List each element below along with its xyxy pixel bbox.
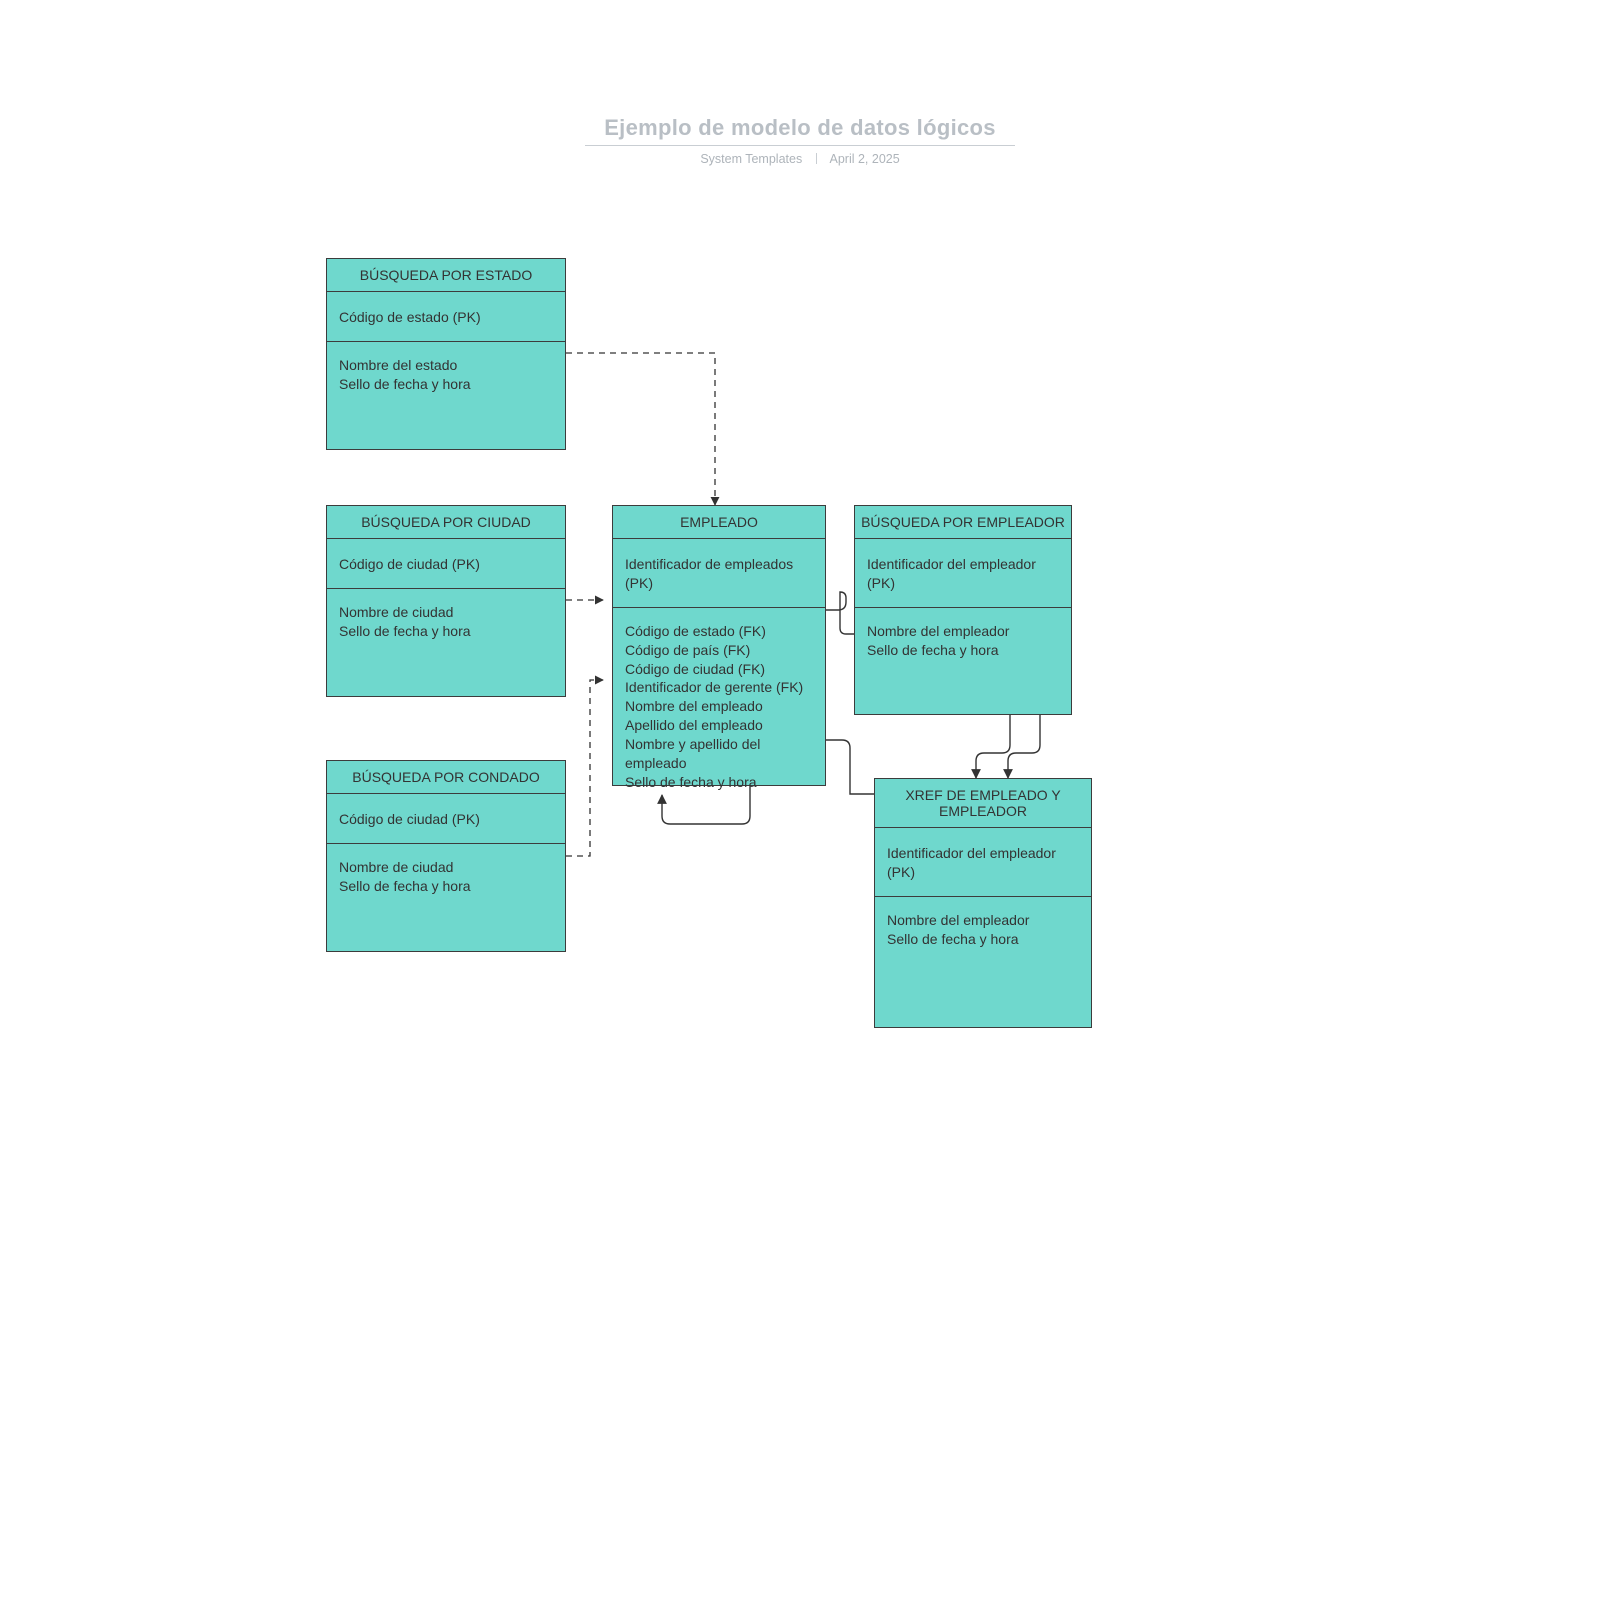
entity-ciudad[interactable]: BÚSQUEDA POR CIUDAD Código de ciudad (PK… bbox=[326, 505, 566, 697]
entity-title: BÚSQUEDA POR ESTADO bbox=[327, 259, 565, 292]
link-condado-empleado bbox=[566, 680, 603, 856]
entity-pk: Código de ciudad (PK) bbox=[327, 794, 565, 844]
entity-title: BÚSQUEDA POR EMPLEADOR bbox=[855, 506, 1071, 539]
link-estado-empleado bbox=[566, 353, 715, 505]
entity-attrs: Nombre de ciudadSello de fecha y hora bbox=[327, 589, 565, 657]
entity-title: XREF DE EMPLEADO Y EMPLEADOR bbox=[875, 779, 1091, 828]
date-label: April 2, 2025 bbox=[830, 152, 900, 166]
link-empleado-xref bbox=[826, 740, 874, 794]
entity-condado[interactable]: BÚSQUEDA POR CONDADO Código de ciudad (P… bbox=[326, 760, 566, 952]
title-underline bbox=[585, 145, 1015, 146]
author-label: System Templates bbox=[700, 152, 802, 166]
entity-attrs: Nombre de ciudadSello de fecha y hora bbox=[327, 844, 565, 912]
entity-attrs: Nombre del empleadorSello de fecha y hor… bbox=[855, 608, 1071, 676]
entity-attrs: Nombre del estadoSello de fecha y hora bbox=[327, 342, 565, 410]
entity-title: BÚSQUEDA POR CONDADO bbox=[327, 761, 565, 794]
entity-pk: Identificador de empleados (PK) bbox=[613, 539, 825, 608]
entity-attrs: Código de estado (FK)Código de país (FK)… bbox=[613, 608, 825, 808]
diagram-header: Ejemplo de modelo de datos lógicos Syste… bbox=[0, 115, 1600, 166]
link-empleador-xref-b bbox=[1008, 715, 1040, 778]
entity-empleado[interactable]: EMPLEADO Identificador de empleados (PK)… bbox=[612, 505, 826, 786]
link-empleado-empleador bbox=[826, 592, 854, 634]
entity-pk: Identificador del empleador (PK) bbox=[875, 828, 1091, 897]
diagram-title: Ejemplo de modelo de datos lógicos bbox=[0, 115, 1600, 141]
entity-title: BÚSQUEDA POR CIUDAD bbox=[327, 506, 565, 539]
entity-pk: Código de estado (PK) bbox=[327, 292, 565, 342]
link-empleador-xref-a bbox=[976, 715, 1010, 778]
entity-estado[interactable]: BÚSQUEDA POR ESTADO Código de estado (PK… bbox=[326, 258, 566, 450]
entity-xref[interactable]: XREF DE EMPLEADO Y EMPLEADOR Identificad… bbox=[874, 778, 1092, 1028]
entity-pk: Identificador del empleador (PK) bbox=[855, 539, 1071, 608]
subtitle-separator bbox=[816, 153, 817, 164]
diagram-canvas: Ejemplo de modelo de datos lógicos Syste… bbox=[0, 0, 1600, 1600]
diagram-subtitle: System Templates April 2, 2025 bbox=[0, 152, 1600, 166]
entity-empleador[interactable]: BÚSQUEDA POR EMPLEADOR Identificador del… bbox=[854, 505, 1072, 715]
entity-title: EMPLEADO bbox=[613, 506, 825, 539]
entity-attrs: Nombre del empleadorSello de fecha y hor… bbox=[875, 897, 1091, 965]
entity-pk: Código de ciudad (PK) bbox=[327, 539, 565, 589]
